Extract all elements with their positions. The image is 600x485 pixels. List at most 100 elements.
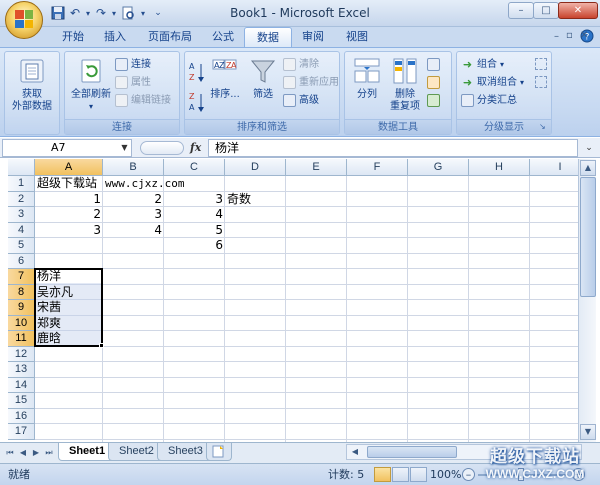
office-button[interactable] [5, 1, 43, 39]
row-header-5[interactable]: 5 [8, 238, 35, 254]
horizontal-scroll-thumb[interactable] [367, 446, 457, 458]
tab-data[interactable]: 数据 [244, 27, 292, 48]
advanced-filter-button[interactable]: 高级 [283, 92, 319, 109]
sort-descending-button[interactable]: ZA [189, 90, 205, 114]
subtotal-button[interactable]: 分类汇总 [461, 92, 517, 109]
cell-a3[interactable]: 2 [35, 207, 103, 223]
reapply-button[interactable]: 重新应用 [283, 74, 339, 91]
cell-a1[interactable]: 超级下载站 [35, 176, 103, 192]
cell-b2[interactable]: 2 [103, 192, 164, 208]
minimize-button[interactable]: – [508, 2, 534, 19]
row-header-14[interactable]: 14 [8, 377, 35, 393]
row-header-17[interactable]: 17 [8, 424, 35, 440]
cell-b1[interactable]: www.cjxz.com [103, 176, 184, 192]
cell-d2[interactable]: 奇数 [225, 192, 286, 208]
print-preview-dropdown-icon[interactable]: ▾ [135, 6, 151, 21]
prev-sheet-icon[interactable]: ◀ [17, 446, 29, 460]
edit-links-button[interactable]: 编辑链接 [115, 92, 171, 109]
row-header-6[interactable]: 6 [8, 253, 35, 269]
cell-a8[interactable]: 吴亦凡 [35, 285, 103, 301]
vertical-scrollbar[interactable]: ▲ ▼ [578, 159, 596, 442]
column-header-c[interactable]: C [164, 159, 225, 176]
insert-sheet-button[interactable] [206, 443, 232, 461]
data-validation-button[interactable] [427, 57, 447, 73]
clear-filter-button[interactable]: 清除 [283, 56, 319, 73]
row-header-15[interactable]: 15 [8, 393, 35, 409]
expand-formula-bar-icon[interactable]: ⌄ [582, 140, 596, 156]
properties-button[interactable]: 属性 [115, 74, 151, 91]
refresh-all-button[interactable]: 全部刷新 ▾ [69, 56, 113, 113]
row-header-16[interactable]: 16 [8, 408, 35, 424]
column-header-e[interactable]: E [286, 159, 347, 176]
tab-home[interactable]: 开始 [50, 27, 96, 47]
zoom-level[interactable]: 100% [430, 467, 461, 483]
cell-c2[interactable]: 3 [164, 192, 225, 208]
hide-detail-icon[interactable] [535, 76, 547, 88]
group-rows-button[interactable]: ➜ 组合 ▾ [461, 56, 504, 73]
row-header-3[interactable]: 3 [8, 207, 35, 223]
insert-function-icon[interactable]: fx [190, 139, 206, 156]
get-external-data-button[interactable]: 获取 外部数据 [12, 56, 52, 113]
connections-button[interactable]: 连接 [115, 56, 151, 73]
outline-dialog-launcher-icon[interactable]: ↘ [539, 122, 549, 132]
sort-ascending-button[interactable]: AZ [189, 60, 205, 84]
restore-button[interactable]: □ [533, 2, 559, 19]
select-all-corner[interactable] [8, 159, 35, 176]
cell-c4[interactable]: 5 [164, 223, 225, 239]
last-sheet-icon[interactable]: ⏭ [43, 446, 55, 460]
vertical-scroll-thumb[interactable] [580, 177, 596, 297]
first-sheet-icon[interactable]: ⏮ [4, 446, 16, 460]
scroll-down-icon[interactable]: ▼ [580, 424, 596, 440]
column-header-a[interactable]: A [35, 159, 103, 176]
show-detail-icon[interactable] [535, 58, 547, 70]
cell-a10[interactable]: 郑爽 [35, 316, 103, 332]
worksheet-grid[interactable]: ABCDEFGHI 1 2 3 4 5 6 7 8 9 10 11 12 13 14 15 16 17 超级下载… [8, 159, 591, 442]
cell-c5[interactable]: 6 [164, 238, 225, 254]
next-sheet-icon[interactable]: ▶ [30, 446, 42, 460]
row-header-12[interactable]: 12 [8, 346, 35, 362]
normal-view-button[interactable] [374, 467, 391, 482]
column-header-h[interactable]: H [469, 159, 530, 176]
cell-b4[interactable]: 4 [103, 223, 164, 239]
row-header-11[interactable]: 11 [8, 331, 35, 347]
cell-a4[interactable]: 3 [35, 223, 103, 239]
page-layout-view-button[interactable] [392, 467, 409, 482]
name-box[interactable]: A7 [2, 139, 132, 157]
column-header-f[interactable]: F [347, 159, 408, 176]
customize-dropdown-icon[interactable]: ⌄ [150, 6, 166, 21]
ribbon-restore-icon[interactable]: ▫ [566, 30, 573, 41]
what-if-analysis-button[interactable] [427, 93, 447, 109]
ribbon-close-icon[interactable]: ✕ [580, 30, 588, 41]
tab-formulas[interactable]: 公式 [200, 27, 246, 47]
print-preview-icon[interactable] [120, 6, 136, 21]
cell-a2[interactable]: 1 [35, 192, 103, 208]
formula-input[interactable]: 杨洋 [208, 139, 578, 157]
remove-duplicates-button[interactable]: 删除 重复项 [387, 56, 423, 113]
row-header-4[interactable]: 4 [8, 222, 35, 238]
ungroup-button[interactable]: ➜ 取消组合 ▾ [461, 74, 524, 91]
save-icon[interactable] [50, 6, 66, 21]
cell-b3[interactable]: 3 [103, 207, 164, 223]
column-header-d[interactable]: D [225, 159, 286, 176]
close-button[interactable]: ✕ [558, 2, 598, 19]
row-header-10[interactable]: 10 [8, 315, 35, 331]
tab-review[interactable]: 审阅 [290, 27, 336, 47]
text-to-columns-button[interactable]: 分列 [349, 56, 385, 101]
tab-insert[interactable]: 插入 [92, 27, 138, 47]
row-header-1[interactable]: 1 [8, 176, 35, 192]
cell-a7[interactable]: 杨洋 [35, 269, 103, 285]
tab-page-layout[interactable]: 页面布局 [136, 27, 204, 47]
row-header-13[interactable]: 13 [8, 362, 35, 378]
cell-c3[interactable]: 4 [164, 207, 225, 223]
scroll-left-icon[interactable]: ◀ [348, 446, 362, 458]
cell-a9[interactable]: 宋茜 [35, 300, 103, 316]
name-box-dropdown-icon[interactable]: ▼ [118, 140, 131, 155]
scroll-up-icon[interactable]: ▲ [580, 160, 596, 176]
ribbon-minimize-icon[interactable]: – [554, 31, 559, 42]
page-break-view-button[interactable] [410, 467, 427, 482]
row-header-8[interactable]: 8 [8, 284, 35, 300]
cell-a11[interactable]: 鹿晗 [35, 331, 103, 347]
row-header-7[interactable]: 7 [8, 269, 35, 285]
row-header-9[interactable]: 9 [8, 300, 35, 316]
column-header-g[interactable]: G [408, 159, 469, 176]
